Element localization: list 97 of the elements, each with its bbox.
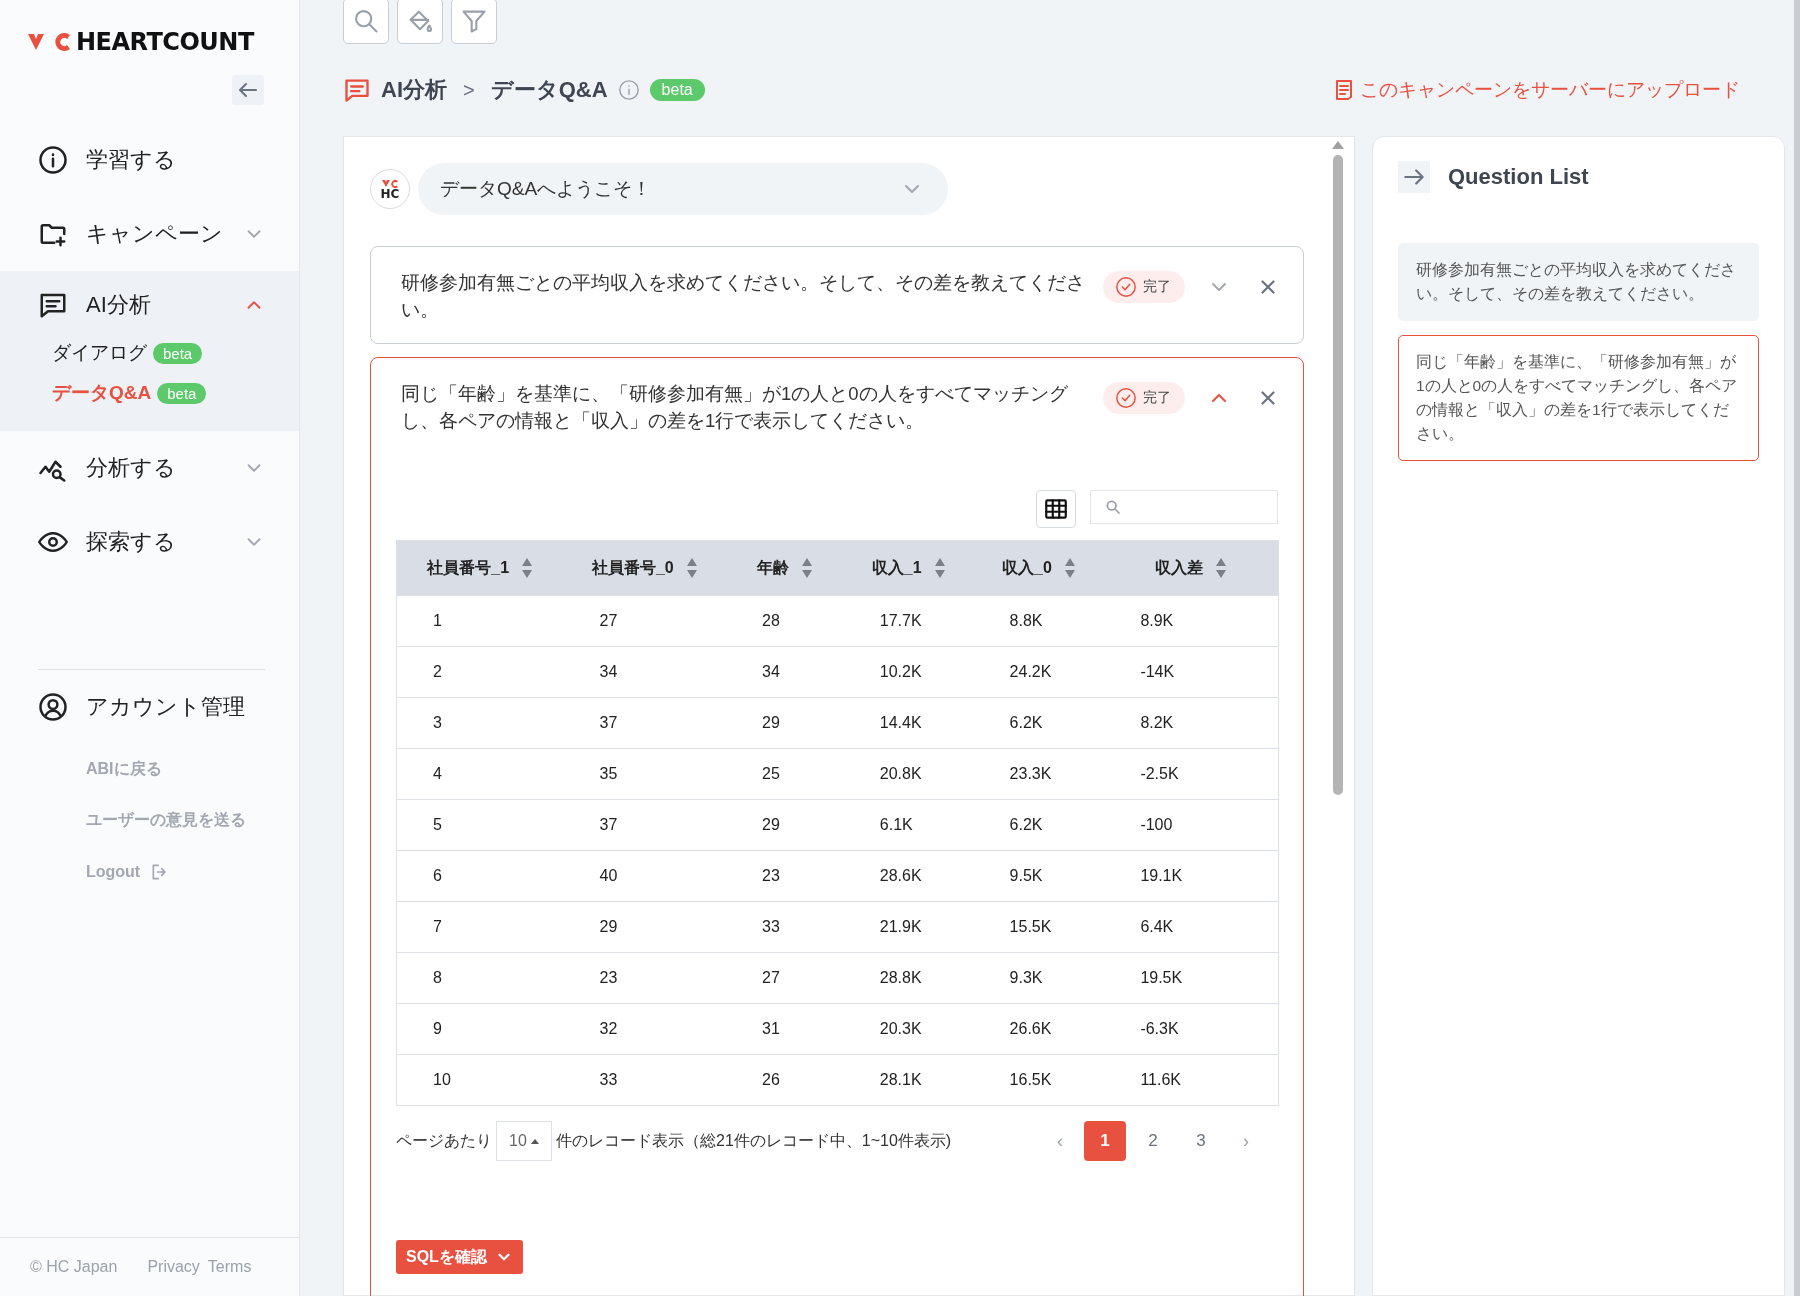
table-cell: 23.3K [973,748,1105,800]
table-cell: 1 [396,595,564,647]
question-text: 研修参加有無ごとの平均収入を求めてください。そして、その差を教えてください。 [401,271,1086,322]
welcome-message[interactable]: データQ&Aへようこそ！ [418,163,948,215]
table-cell: 6.2K [973,799,1105,851]
breadcrumb-separator: > [463,78,475,102]
table-cell: 8 [396,952,564,1004]
record-summary: 件のレコード表示（総21件のレコード中、1~10件表示) [556,1130,952,1151]
nav-item[interactable]: アカウント管理 [0,670,299,744]
table-cell: 23 [563,952,727,1004]
table-cell: 6.2K [973,697,1105,749]
table-cell: 19.1K [1104,850,1279,902]
question-list-item[interactable]: 研修参加有無ごとの平均収入を求めてください。そして、その差を教えてください。 [1398,243,1759,321]
nav-item[interactable]: 学習する [0,123,299,197]
table-cell: 28 [726,595,844,647]
table-cell: 33 [726,901,844,953]
nav-item[interactable]: 探索する [0,505,299,579]
table-cell: 16.5K [973,1054,1105,1106]
table-cell: 35 [563,748,727,800]
table-cell: 25 [726,748,844,800]
table-cell: 24.2K [973,646,1105,698]
table-cell: -6.3K [1104,1003,1279,1055]
breadcrumb-item: データQ&A [490,76,608,104]
per-page-label: ページあたり [396,1130,492,1151]
table-cell: 29 [563,901,727,953]
table-cell: 31 [726,1003,844,1055]
table-cell: 26.6K [973,1003,1105,1055]
table-cell: 27 [563,595,727,647]
table-cell: 37 [563,799,727,851]
table-cell: 9.5K [973,850,1105,902]
table-cell: 34 [726,646,844,698]
table-cell: 27 [726,952,844,1004]
table-cell: 20.8K [843,748,974,800]
table-cell: -2.5K [1104,748,1279,800]
table-cell: 6.1K [843,799,974,851]
table-cell: -100 [1104,799,1279,851]
table-cell: 14.4K [843,697,974,749]
table-cell: 5 [396,799,564,851]
table-cell: 23 [726,850,844,902]
table-cell: 40 [563,850,727,902]
table-cell: 19.5K [1104,952,1279,1004]
table-cell: 28.6K [843,850,974,902]
column-header[interactable]: 収入差 [1104,540,1279,596]
table-cell: 26 [726,1054,844,1106]
column-header[interactable]: 社員番号_0 [563,540,727,596]
copyright-text: © HC Japan [30,1258,118,1276]
table-cell: 8.2K [1104,697,1279,749]
table-cell: 10 [396,1054,564,1106]
table-cell: 33 [563,1054,727,1106]
breadcrumb-item[interactable]: AI分析 [381,75,447,105]
avatar-text: HC [380,187,400,200]
table-cell: 20.3K [843,1003,974,1055]
beta-badge: beta [157,382,207,404]
table-cell: 34 [563,646,727,698]
beta-badge: beta [153,342,203,364]
table-cell: 32 [563,1003,727,1055]
table-cell: 15.5K [973,901,1105,953]
column-header[interactable]: 社員番号_1 [396,540,564,596]
column-header[interactable]: 年齢 [726,540,844,596]
question-list-item[interactable]: 同じ「年齢」を基準に、「研修参加有無」が1の人と0の人をすべてマッチングし、各ペアの情報と「収入」の差を1行で表示してください。 [1398,335,1759,461]
nav-item[interactable]: 分析する [0,431,299,505]
column-header[interactable]: 収入_1 [843,540,974,596]
page-button[interactable]: 1 [1084,1121,1126,1161]
table-cell: 7 [396,901,564,953]
status-badge: 完了 [1103,382,1185,414]
table-cell: 2 [396,646,564,698]
table-cell: 28.1K [843,1054,974,1106]
table-cell: -14K [1104,646,1279,698]
status-badge: 完了 [1103,271,1185,303]
table-cell: 9 [396,1003,564,1055]
beta-badge: beta [649,79,705,101]
table-cell: 29 [726,799,844,851]
table-cell: 29 [726,697,844,749]
table-cell: 6 [396,850,564,902]
table-cell: 3 [396,697,564,749]
table-cell: 8.9K [1104,595,1279,647]
table-cell: 4 [396,748,564,800]
page-button[interactable]: 2 [1132,1121,1174,1161]
page-button[interactable]: 3 [1180,1121,1222,1161]
table-cell: 11.6K [1104,1054,1279,1106]
table-cell: 9.3K [973,952,1105,1004]
table-cell: 6.4K [1104,901,1279,953]
logo-text: HEARTCOUNT [76,28,254,56]
table-cell: 21.9K [843,901,974,953]
submenu-item[interactable]: ダイアログ [52,340,147,366]
sql-button[interactable]: SQLを確認 [396,1240,523,1274]
table-cell: 17.7K [843,595,974,647]
nav-item[interactable]: AI分析 [0,277,299,333]
per-page-select[interactable]: 10 [496,1121,552,1161]
table-cell: 28.8K [843,952,974,1004]
question-text: 同じ「年齢」を基準に、「研修参加有無」が1の人と0の人をすべてマッチングし、各ペアの情報と「収入」の差を1行で表示してください。 [401,382,1069,433]
nav-item[interactable]: キャンペーン [0,197,299,271]
column-header[interactable]: 収入_0 [973,540,1105,596]
table-cell: 37 [563,697,727,749]
table-cell: 10.2K [843,646,974,698]
panel-title: Question List [1448,164,1589,190]
table-cell: 8.8K [973,595,1105,647]
